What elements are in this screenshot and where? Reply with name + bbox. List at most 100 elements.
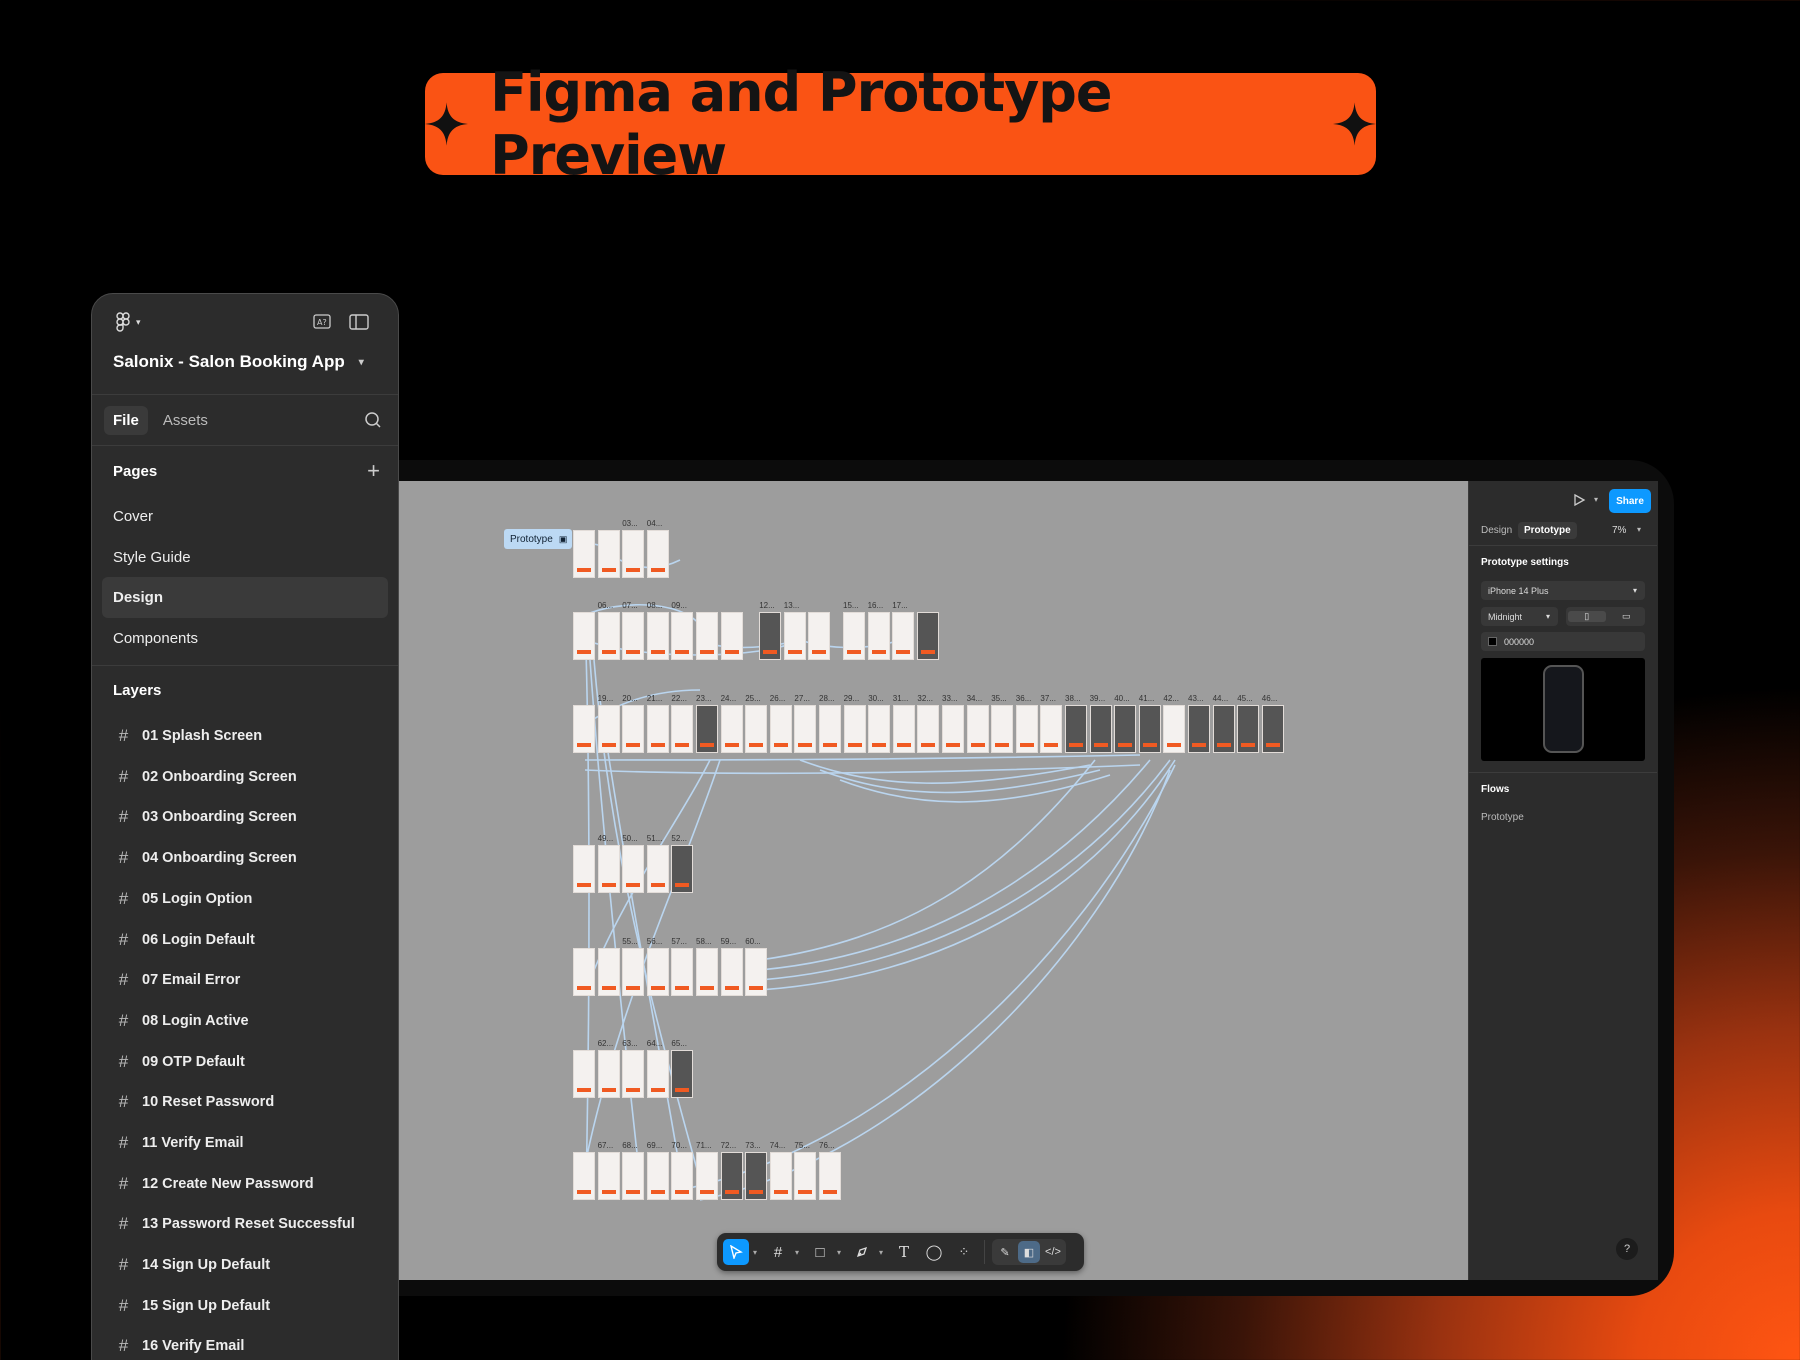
screen-thumbnail[interactable] [622, 1152, 645, 1200]
screen-thumbnail[interactable] [867, 612, 890, 660]
screen-thumbnail[interactable] [696, 705, 718, 753]
screen-thumbnail[interactable] [808, 612, 831, 660]
main-menu[interactable]: ▾ [116, 312, 141, 332]
screen-thumbnail[interactable] [622, 705, 645, 753]
layer-item[interactable]: #12 Create New Password [92, 1163, 398, 1204]
screen-thumbnail[interactable] [783, 612, 806, 660]
screen-thumbnail[interactable] [597, 1152, 620, 1200]
chevron-down-icon[interactable]: ▾ [795, 1248, 803, 1257]
model-select[interactable]: Midnight ▾ [1481, 607, 1558, 626]
screen-thumbnail[interactable] [843, 612, 865, 660]
page-item-design[interactable]: Design [102, 577, 388, 619]
dev-mode[interactable]: </> [1042, 1241, 1064, 1263]
screen-thumbnail[interactable] [671, 948, 694, 996]
play-icon[interactable] [1572, 493, 1586, 507]
sidebar-toggle-icon[interactable] [348, 312, 370, 332]
comment-tool[interactable]: ◯ [921, 1239, 947, 1265]
screen-thumbnail[interactable] [622, 948, 645, 996]
portrait-icon[interactable]: ▯ [1568, 611, 1606, 622]
screen-thumbnail[interactable] [671, 1050, 694, 1098]
screen-thumbnail[interactable] [597, 530, 620, 578]
layer-item[interactable]: #16 Verify Email [92, 1326, 398, 1360]
screen-thumbnail[interactable] [745, 705, 768, 753]
layer-item[interactable]: #09 OTP Default [92, 1041, 398, 1082]
add-page-icon[interactable]: + [367, 458, 380, 484]
layer-item[interactable]: #15 Sign Up Default [92, 1285, 398, 1326]
page-item-cover[interactable]: Cover [102, 496, 388, 537]
layer-item[interactable]: #06 Login Default [92, 919, 398, 960]
layer-item[interactable]: #01 Splash Screen [92, 716, 398, 757]
landscape-icon[interactable]: ▭ [1608, 611, 1646, 622]
layer-item[interactable]: #02 Onboarding Screen [92, 756, 398, 797]
chevron-down-icon[interactable]: ▾ [1637, 525, 1641, 534]
screen-thumbnail[interactable] [769, 705, 792, 753]
layer-item[interactable]: #05 Login Option [92, 879, 398, 920]
screen-thumbnail[interactable] [966, 705, 989, 753]
text-tool[interactable]: T [891, 1239, 917, 1265]
screen-thumbnail[interactable] [1065, 705, 1087, 753]
screen-thumbnail[interactable] [646, 845, 669, 893]
screen-thumbnail[interactable] [597, 612, 620, 660]
share-button[interactable]: Share [1609, 489, 1651, 513]
screen-thumbnail[interactable] [573, 705, 595, 753]
screen-thumbnail[interactable] [794, 1152, 817, 1200]
screen-thumbnail[interactable] [892, 612, 915, 660]
screen-thumbnail[interactable] [1114, 705, 1137, 753]
layer-item[interactable]: #03 Onboarding Screen [92, 797, 398, 838]
chevron-down-icon[interactable]: ▾ [879, 1248, 887, 1257]
screen-thumbnail[interactable] [671, 612, 694, 660]
screen-thumbnail[interactable] [573, 1152, 595, 1200]
screen-thumbnail[interactable] [696, 948, 718, 996]
screen-thumbnail[interactable] [843, 705, 866, 753]
design-mode[interactable]: ◧ [1018, 1241, 1040, 1263]
screen-thumbnail[interactable] [646, 1152, 669, 1200]
page-item-components[interactable]: Components [102, 618, 388, 659]
screen-thumbnail[interactable] [745, 948, 768, 996]
screen-thumbnail[interactable] [597, 1050, 620, 1098]
screen-thumbnail[interactable] [573, 1050, 595, 1098]
tab-prototype[interactable]: Prototype [1518, 522, 1577, 539]
screen-thumbnail[interactable] [1188, 705, 1210, 753]
layer-item[interactable]: #04 Onboarding Screen [92, 838, 398, 879]
screen-thumbnail[interactable] [696, 1152, 718, 1200]
screen-thumbnail[interactable] [1015, 705, 1038, 753]
screen-thumbnail[interactable] [745, 1152, 768, 1200]
screen-thumbnail[interactable] [597, 845, 620, 893]
screen-thumbnail[interactable] [1212, 705, 1235, 753]
screen-thumbnail[interactable] [671, 845, 694, 893]
screen-thumbnail[interactable] [573, 845, 595, 893]
translate-icon[interactable]: A? [312, 312, 332, 332]
screen-thumbnail[interactable] [646, 1050, 669, 1098]
screen-thumbnail[interactable] [892, 705, 915, 753]
chevron-down-icon[interactable]: ▾ [837, 1248, 845, 1257]
move-tool[interactable] [723, 1239, 749, 1265]
screen-thumbnail[interactable] [868, 705, 891, 753]
tab-design[interactable]: Design [1475, 522, 1518, 539]
screen-thumbnail[interactable] [720, 612, 743, 660]
zoom-level[interactable]: 7% [1612, 525, 1626, 536]
layer-item[interactable]: #10 Reset Password [92, 1082, 398, 1123]
screen-thumbnail[interactable] [671, 705, 694, 753]
screen-thumbnail[interactable] [597, 705, 620, 753]
frame-tool[interactable]: # [765, 1239, 791, 1265]
shape-tool[interactable]: □ [807, 1239, 833, 1265]
screen-thumbnail[interactable] [942, 705, 964, 753]
file-name[interactable]: Salonix - Salon Booking App ▾ [113, 352, 364, 372]
screen-thumbnail[interactable] [696, 612, 718, 660]
screen-thumbnail[interactable] [573, 612, 595, 660]
tab-file[interactable]: File [104, 405, 148, 435]
screen-thumbnail[interactable] [1138, 705, 1161, 753]
help-button[interactable]: ? [1616, 1238, 1638, 1260]
device-select[interactable]: iPhone 14 Plus ▾ [1481, 581, 1645, 600]
pen-tool[interactable] [849, 1239, 875, 1265]
actions-tool[interactable]: ⁘ [951, 1239, 977, 1265]
screen-thumbnail[interactable] [916, 612, 939, 660]
screen-thumbnail[interactable] [622, 530, 645, 578]
flow-item[interactable]: Prototype [1481, 812, 1524, 823]
screen-thumbnail[interactable] [720, 1152, 743, 1200]
screen-thumbnail[interactable] [1237, 705, 1260, 753]
screen-thumbnail[interactable] [819, 1152, 841, 1200]
screen-thumbnail[interactable] [622, 612, 645, 660]
layer-item[interactable]: #13 Password Reset Successful [92, 1204, 398, 1245]
screen-thumbnail[interactable] [646, 612, 669, 660]
